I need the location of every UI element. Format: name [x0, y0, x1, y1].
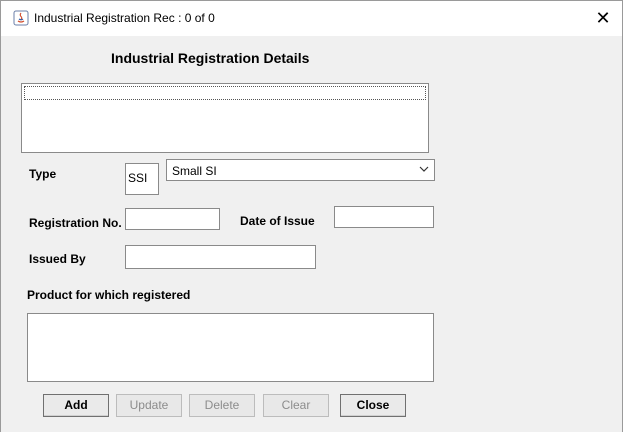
close-icon[interactable]: ✕ [593, 8, 613, 28]
product-textarea[interactable] [27, 313, 434, 382]
date-of-issue-label: Date of Issue [240, 214, 315, 228]
java-icon [13, 10, 29, 26]
list-selection-row[interactable] [24, 86, 426, 100]
clear-button[interactable]: Clear [263, 394, 329, 417]
add-button[interactable]: Add [43, 394, 109, 417]
issued-by-label: Issued By [29, 252, 86, 266]
close-button[interactable]: Close [340, 394, 406, 417]
delete-button[interactable]: Delete [189, 394, 255, 417]
form-heading: Industrial Registration Details [111, 50, 310, 66]
type-code-field[interactable]: SSI [125, 163, 159, 195]
registration-no-input[interactable] [125, 208, 220, 230]
chevron-down-icon[interactable] [418, 163, 430, 175]
date-of-issue-input[interactable] [334, 206, 434, 228]
product-label: Product for which registered [27, 288, 191, 302]
type-label: Type [29, 167, 57, 181]
registration-no-label: Registration No. [29, 216, 122, 230]
issued-by-input[interactable] [125, 245, 316, 269]
update-button[interactable]: Update [116, 394, 182, 417]
window-title: Industrial Registration Rec : 0 of 0 [34, 11, 215, 25]
type-select[interactable]: Small SI [166, 159, 435, 181]
